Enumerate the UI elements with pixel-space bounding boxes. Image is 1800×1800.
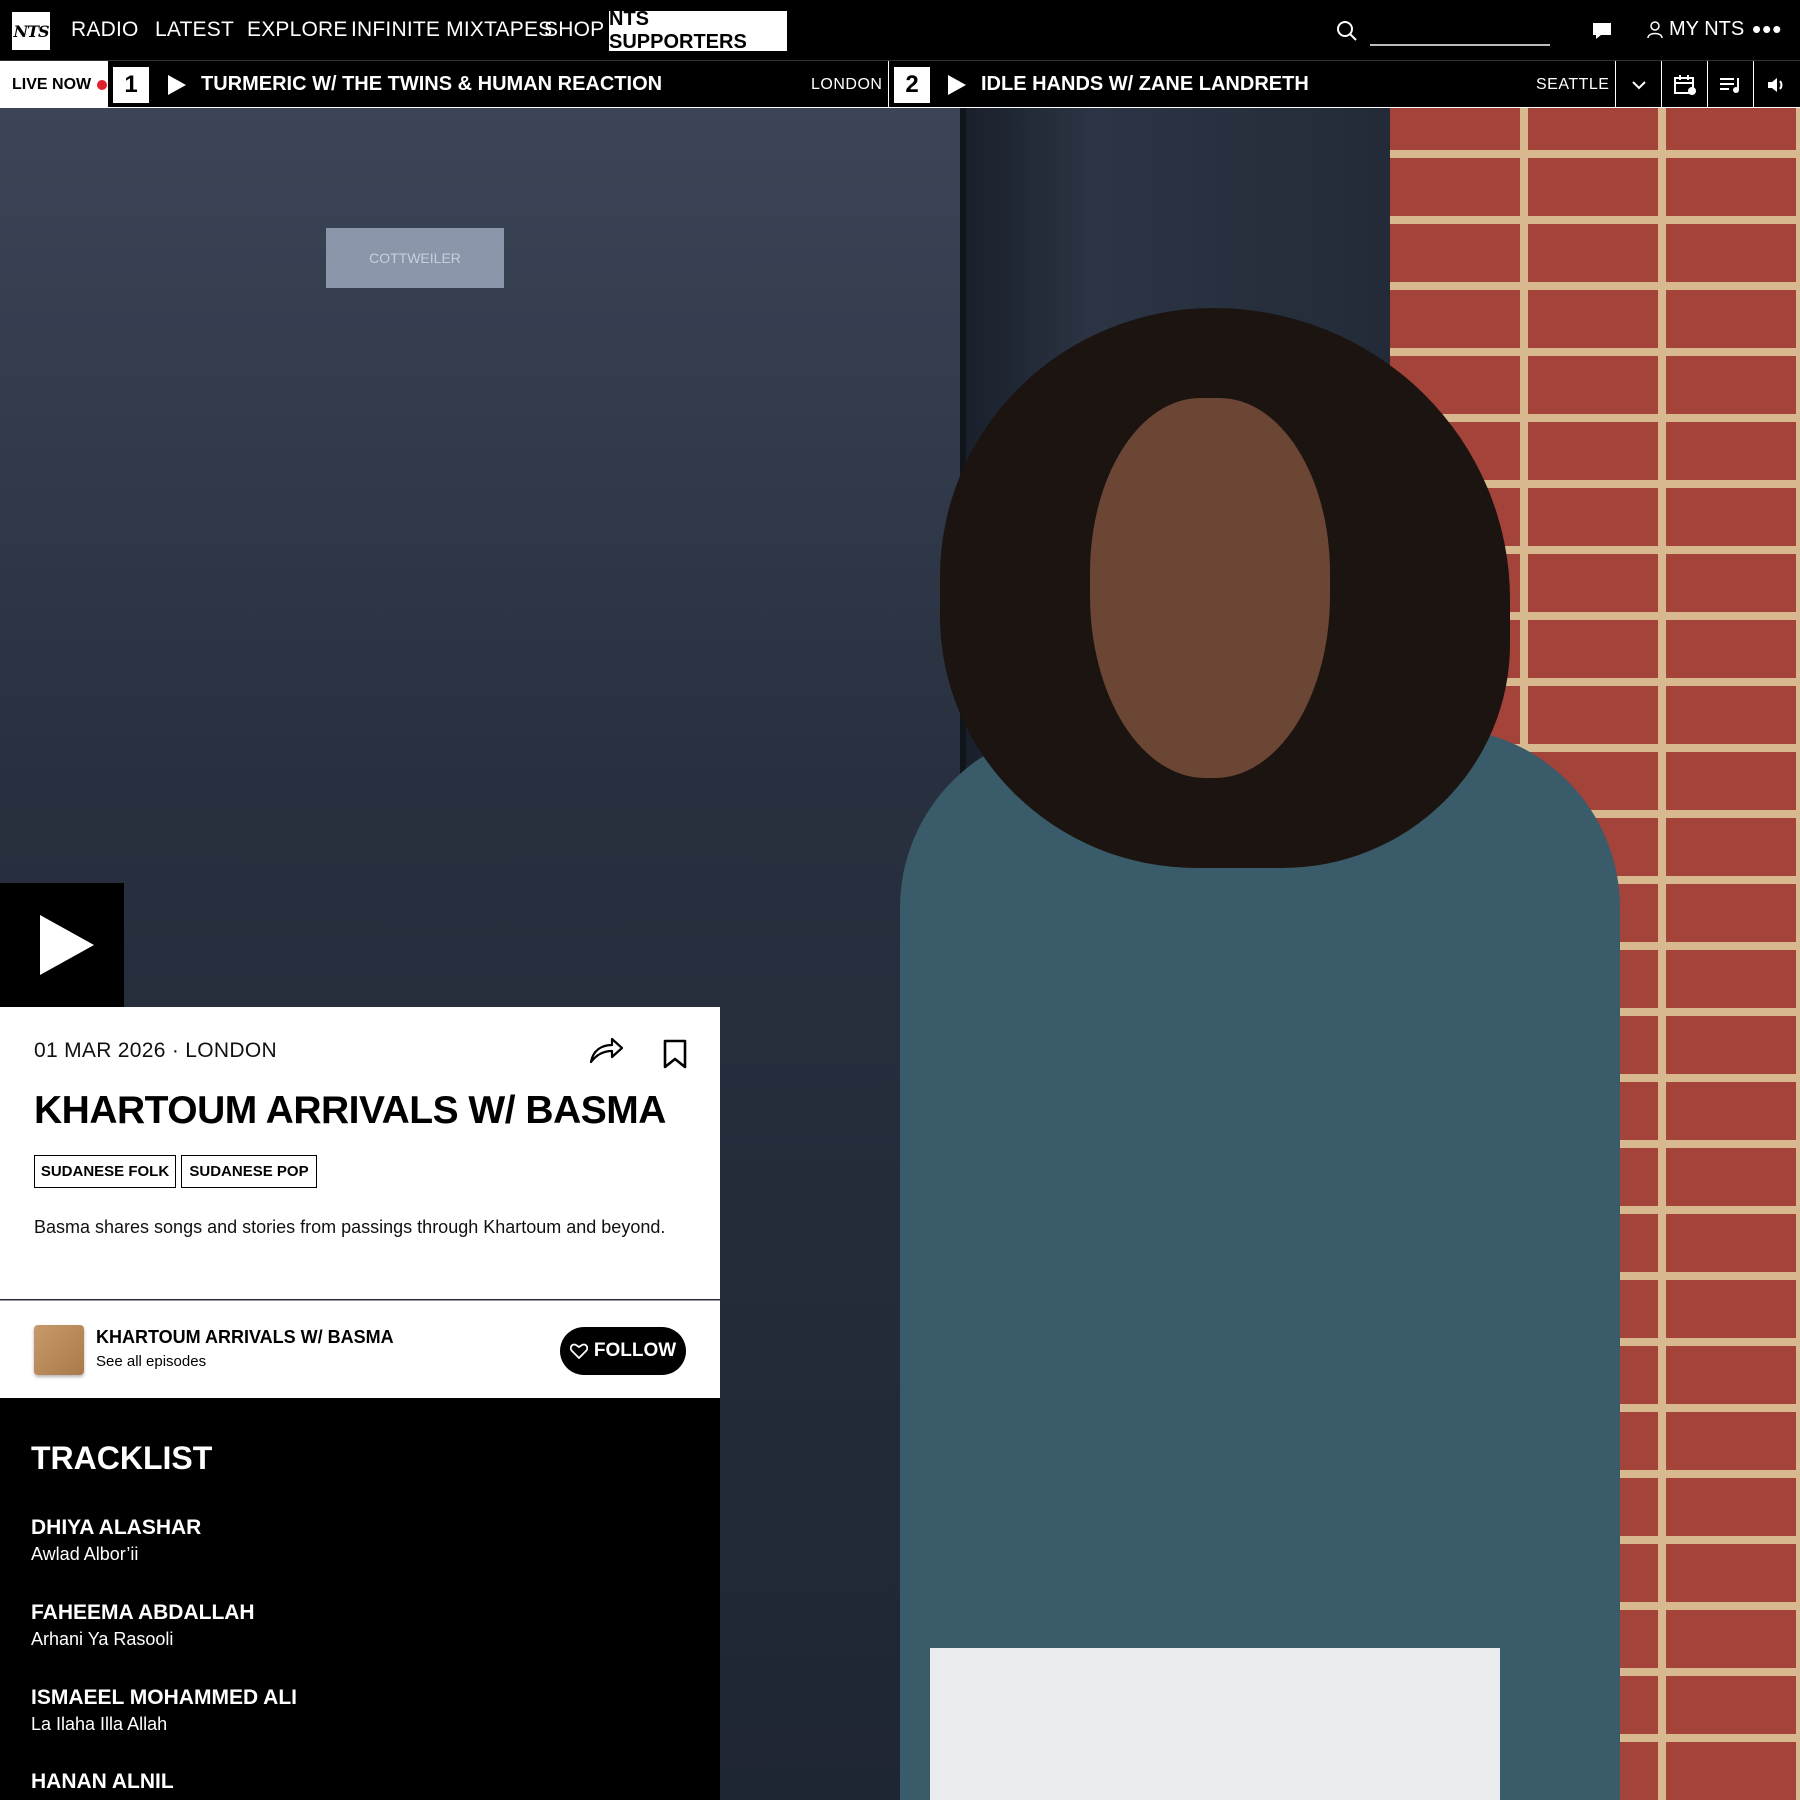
person-sweater xyxy=(900,728,1620,1800)
track-item: FAHEEMA ABDALLAH Arhani Ya Rasooli xyxy=(31,1601,255,1650)
nav-infinite-mixtapes[interactable]: INFINITE MIXTAPES xyxy=(351,18,552,42)
track-title: La Ilaha Illa Allah xyxy=(31,1714,168,1734)
follow-label: FOLLOW xyxy=(593,1340,677,1361)
follow-button[interactable]: FOLLOW xyxy=(560,1327,686,1375)
see-all-episodes-link[interactable]: See all episodes xyxy=(96,1353,206,1370)
channel-divider xyxy=(888,61,889,108)
play-icon xyxy=(40,915,94,975)
top-navigation: NTS RADIO LATEST EXPLORE INFINITE MIXTAP… xyxy=(0,0,1800,61)
nav-shop[interactable]: SHOP xyxy=(544,18,604,42)
schedule-button[interactable] xyxy=(1661,61,1707,108)
tag-sudanese-pop[interactable]: SUDANESE POP xyxy=(181,1155,317,1188)
channel-1-city: LONDON xyxy=(811,76,883,93)
chevron-down-icon xyxy=(1631,80,1646,89)
episode-date: 01 MAR 2026 xyxy=(34,1039,166,1062)
heart-icon xyxy=(569,1343,588,1359)
playlist-icon xyxy=(1719,77,1739,93)
track-artist: ISMAEEL MOHAMMED ALI xyxy=(31,1686,297,1709)
person-pants xyxy=(930,1648,1500,1800)
volume-icon xyxy=(1768,77,1783,92)
episode-location: LONDON xyxy=(185,1039,277,1062)
meta-separator: · xyxy=(171,1039,186,1062)
channel-2-title[interactable]: IDLE HANDS W/ ZANE LANDRETH xyxy=(981,73,1309,96)
show-thumbnail[interactable] xyxy=(34,1325,84,1375)
tag-sudanese-folk[interactable]: SUDANESE FOLK xyxy=(34,1155,176,1188)
more-menu-icon[interactable]: ••• xyxy=(1752,14,1782,45)
person-face xyxy=(1090,398,1330,778)
tracklist-section: TRACKLIST DHIYA ALASHAR Awlad Albor’ii F… xyxy=(0,1398,720,1800)
queue-button[interactable] xyxy=(1707,61,1753,108)
channel-2-play-icon[interactable] xyxy=(948,75,966,95)
live-dot-icon xyxy=(97,79,108,90)
nav-latest[interactable]: LATEST xyxy=(155,18,234,42)
episode-description: Basma shares songs and stories from pass… xyxy=(34,1217,666,1237)
episode-title: KHARTOUM ARRIVALS W/ BASMA xyxy=(34,1089,666,1132)
nts-supporters-button[interactable]: NTS SUPPORTERS xyxy=(609,8,787,53)
volume-button[interactable] xyxy=(1753,61,1800,108)
my-nts-label: MY NTS xyxy=(1669,18,1745,40)
episode-meta: 01 MAR 2026 · LONDON xyxy=(34,1039,277,1063)
live-bar: LIVE NOW 1 TURMERIC W/ THE TWINS & HUMAN… xyxy=(0,61,1800,108)
nav-radio[interactable]: RADIO xyxy=(71,18,139,42)
track-artist: HANAN ALNIL xyxy=(31,1770,174,1793)
live-now-label: LIVE NOW xyxy=(0,61,108,108)
bookmark-icon[interactable] xyxy=(663,1039,687,1069)
search-input[interactable] xyxy=(1370,44,1550,46)
nts-logo[interactable]: NTS xyxy=(12,12,50,50)
share-icon[interactable] xyxy=(588,1035,624,1065)
expand-button[interactable] xyxy=(1615,61,1661,108)
track-artist: FAHEEMA ABDALLAH xyxy=(31,1601,255,1624)
track-item: ISMAEEL MOHAMMED ALI La Ilaha Illa Allah xyxy=(31,1686,297,1735)
track-artist: DHIYA ALASHAR xyxy=(31,1516,202,1539)
channel-2-city: SEATTLE xyxy=(1536,76,1610,93)
tracklist-heading: TRACKLIST xyxy=(31,1440,213,1476)
track-item: HANAN ALNIL xyxy=(31,1770,174,1794)
my-nts-link[interactable]: MY NTS xyxy=(1647,18,1744,41)
live-now-text: LIVE NOW xyxy=(12,75,92,93)
search-icon[interactable] xyxy=(1336,20,1358,42)
channel-2-number: 2 xyxy=(894,67,930,103)
nav-explore[interactable]: EXPLORE xyxy=(247,18,348,42)
track-title: Awlad Albor’ii xyxy=(31,1544,139,1564)
channel-1-play-icon[interactable] xyxy=(168,75,186,95)
channel-1-title[interactable]: TURMERIC W/ THE TWINS & HUMAN REACTION xyxy=(201,73,662,96)
calendar-icon xyxy=(1673,74,1696,95)
track-title: Arhani Ya Rasooli xyxy=(31,1629,174,1649)
show-host-row: KHARTOUM ARRIVALS W/ BASMA See all episo… xyxy=(0,1300,720,1398)
episode-card: 01 MAR 2026 · LONDON KHARTOUM ARRIVALS W… xyxy=(0,1007,720,1299)
door-plaque: COTTWEILER xyxy=(326,228,504,288)
chat-icon[interactable] xyxy=(1592,22,1612,40)
play-episode-button[interactable] xyxy=(0,883,124,1007)
channel-1-number: 1 xyxy=(113,67,149,103)
track-item: DHIYA ALASHAR Awlad Albor’ii xyxy=(31,1516,201,1565)
show-name[interactable]: KHARTOUM ARRIVALS W/ BASMA xyxy=(96,1327,394,1348)
user-icon xyxy=(1647,20,1663,38)
